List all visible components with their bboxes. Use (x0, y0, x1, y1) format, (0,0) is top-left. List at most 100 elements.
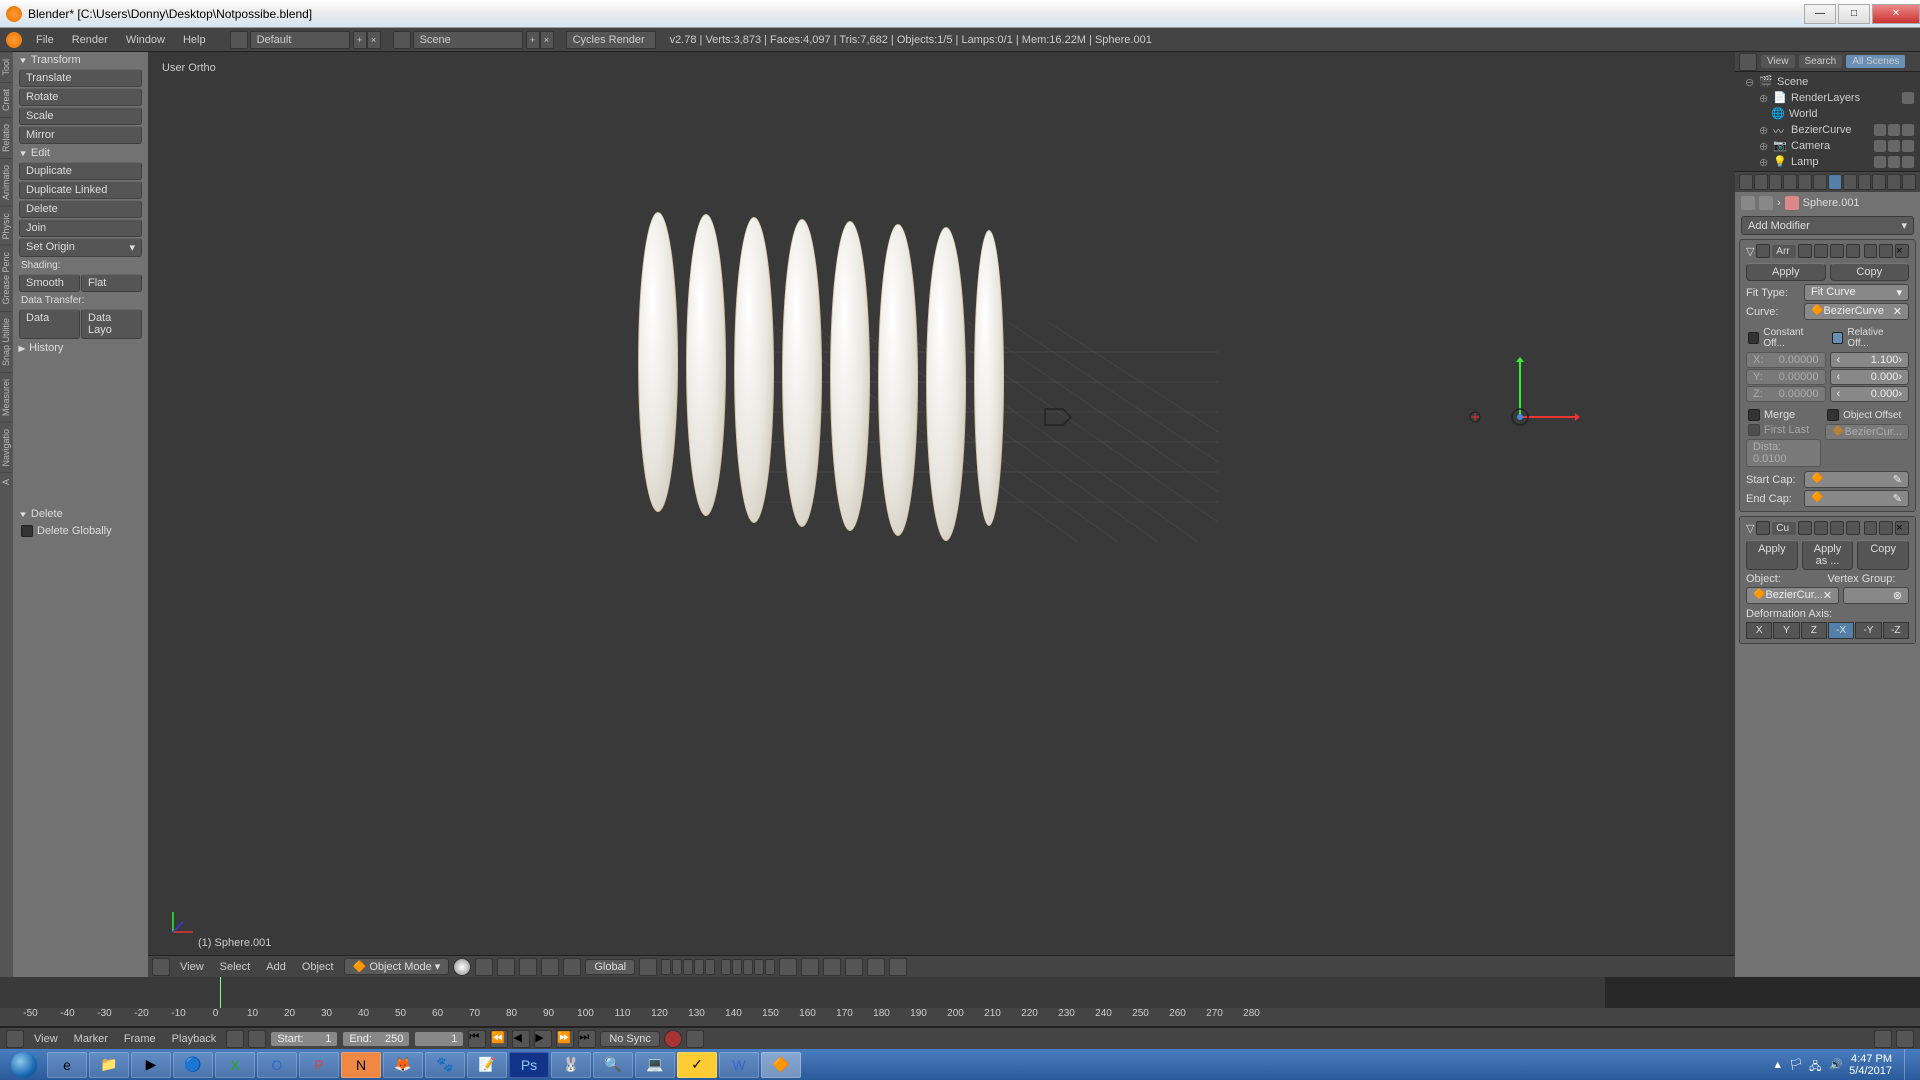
mod-display-icon[interactable] (1814, 521, 1828, 535)
vp-menu-view[interactable]: View (174, 959, 210, 975)
taskbar-notepad-icon[interactable]: 📝 (467, 1052, 507, 1078)
tree-lamp[interactable]: ⊕💡Lamp (1741, 154, 1918, 170)
outliner-filter[interactable]: All Scenes (1846, 55, 1905, 68)
add-modifier-button[interactable]: Add Modifier▾ (1741, 216, 1914, 235)
vgroup-field[interactable]: ⊗ (1843, 587, 1909, 604)
mod-movedown-icon[interactable] (1879, 521, 1893, 535)
axis-neg-y[interactable]: -Y (1855, 622, 1881, 639)
tree-world[interactable]: 🌐World (1741, 106, 1918, 122)
axis-y[interactable]: Y (1773, 622, 1799, 639)
apply-button[interactable]: Apply (1746, 540, 1798, 570)
apply-as-button[interactable]: Apply as ... (1802, 540, 1854, 570)
menu-help[interactable]: Help (175, 32, 214, 48)
join-button[interactable]: Join (19, 219, 142, 237)
key-insert-icon[interactable] (1874, 1030, 1892, 1048)
layers-icon[interactable] (639, 958, 657, 976)
render-icon[interactable] (1902, 156, 1914, 168)
tree-scene[interactable]: ⊖🎬Scene (1741, 74, 1918, 90)
pin-icon[interactable] (1741, 196, 1755, 210)
back-to-previous-icon[interactable] (230, 31, 248, 49)
network-icon[interactable]: 🖧 (1809, 1058, 1823, 1072)
menu-window[interactable]: Window (118, 32, 173, 48)
tab-measure[interactable]: Measurei (0, 372, 12, 422)
merge-check[interactable] (1748, 409, 1760, 421)
cursor-icon[interactable] (1888, 156, 1900, 168)
taskbar-clock[interactable]: 4:47 PM5/4/2017 (1849, 1053, 1898, 1077)
sync-mode-select[interactable]: No Sync (600, 1031, 660, 1047)
scene-select[interactable]: Scene (413, 31, 523, 49)
opengl-render-icon[interactable] (867, 958, 885, 976)
tab-particles-icon[interactable] (1887, 174, 1901, 190)
action-center-icon[interactable]: 🏳 (1789, 1058, 1803, 1072)
mod-name-field[interactable]: Cu (1772, 522, 1796, 535)
tab-renderlayers-icon[interactable] (1754, 174, 1768, 190)
taskbar-gimp-icon[interactable]: 🐾 (425, 1052, 465, 1078)
end-cap-field[interactable]: 🔶✎ (1804, 490, 1909, 507)
minimize-button[interactable]: — (1804, 4, 1836, 24)
scene-browse-icon[interactable] (393, 31, 411, 49)
section-history[interactable]: History (13, 340, 148, 356)
play-reverse-icon[interactable]: ◀ (512, 1030, 530, 1048)
shade-flat-button[interactable]: Flat (81, 274, 142, 292)
curve-object-field[interactable]: 🔶 BezierCur...✕ (1746, 587, 1839, 604)
3d-viewport[interactable]: User Ortho (148, 52, 1735, 977)
keyframe-next-icon[interactable]: ⏩ (556, 1030, 574, 1048)
mod-render-icon[interactable] (1798, 244, 1812, 258)
tl-menu-frame[interactable]: Frame (118, 1031, 162, 1047)
tab-constraints-icon[interactable] (1813, 174, 1827, 190)
eye-icon[interactable] (1874, 140, 1886, 152)
outliner-view[interactable]: View (1761, 55, 1795, 68)
menu-file[interactable]: File (28, 32, 62, 48)
mod-render-icon[interactable] (1798, 521, 1812, 535)
cursor-icon[interactable] (1888, 140, 1900, 152)
taskbar-chrome-icon[interactable]: 🔵 (173, 1052, 213, 1078)
blender-logo-icon[interactable] (6, 32, 22, 48)
tab-data-icon[interactable] (1843, 174, 1857, 190)
mod-delete-icon[interactable]: × (1895, 521, 1909, 535)
rel-z-field[interactable]: ‹0.000› (1830, 386, 1910, 402)
opengl-anim-icon[interactable] (889, 958, 907, 976)
start-cap-field[interactable]: 🔶✎ (1804, 471, 1909, 488)
tab-a[interactable]: A (0, 472, 12, 491)
lock-camera-icon[interactable] (779, 958, 797, 976)
layout-remove-icon[interactable]: × (367, 31, 381, 49)
tab-physics-icon[interactable] (1902, 174, 1916, 190)
editor-type-icon[interactable] (152, 958, 170, 976)
jump-end-icon[interactable]: ⏭ (578, 1030, 596, 1048)
render-border-icon[interactable] (845, 958, 863, 976)
scene-remove-icon[interactable]: × (540, 31, 554, 49)
tl-menu-playback[interactable]: Playback (166, 1031, 223, 1047)
mod-display-icon[interactable] (1814, 244, 1828, 258)
auto-keyframe-icon[interactable] (664, 1030, 682, 1048)
keyframe-prev-icon[interactable]: ⏪ (490, 1030, 508, 1048)
tab-modifiers-icon[interactable] (1828, 174, 1842, 190)
lock-time-icon[interactable] (248, 1030, 266, 1048)
mod-moveup-icon[interactable] (1864, 521, 1878, 535)
section-delete[interactable]: Delete (13, 506, 148, 522)
tray-expand-icon[interactable]: ▲ (1772, 1059, 1783, 1071)
frame-current-field[interactable]: 1 (414, 1031, 464, 1047)
tab-animation[interactable]: Animatio (0, 158, 12, 206)
start-button[interactable] (2, 1049, 46, 1080)
taskbar-powerpoint-icon[interactable]: P (299, 1052, 339, 1078)
manipulator-toggle-icon[interactable] (497, 958, 515, 976)
mirror-button[interactable]: Mirror (19, 126, 142, 144)
delete-globally-check[interactable] (21, 525, 33, 537)
timeline-track[interactable]: -50-40-30-20-100102030405060708090100110… (0, 977, 1920, 1027)
vp-menu-add[interactable]: Add (260, 959, 292, 975)
rotate-button[interactable]: Rotate (19, 88, 142, 106)
constant-offset-check[interactable] (1748, 332, 1759, 344)
maximize-button[interactable]: □ (1838, 4, 1870, 24)
tl-menu-marker[interactable]: Marker (68, 1031, 114, 1047)
mode-select[interactable]: 🔶 Object Mode ▾ (344, 958, 450, 975)
render-icon[interactable] (1902, 140, 1914, 152)
snap-type-icon[interactable] (823, 958, 841, 976)
axis-x[interactable]: X (1746, 622, 1772, 639)
taskbar-explorer-icon[interactable]: 📁 (89, 1052, 129, 1078)
tree-beziercurve[interactable]: ⊕〰BezierCurve (1741, 122, 1918, 138)
translate-manip-icon[interactable] (519, 958, 537, 976)
duplicate-linked-button[interactable]: Duplicate Linked (19, 181, 142, 199)
taskbar-app2-icon[interactable]: 🐰 (551, 1052, 591, 1078)
translate-button[interactable]: Translate (19, 69, 142, 87)
3d-manipulator[interactable] (1460, 357, 1580, 477)
